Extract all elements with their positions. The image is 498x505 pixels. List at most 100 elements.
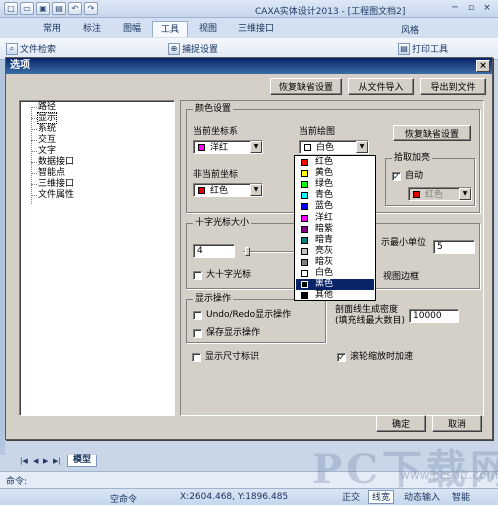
color-option[interactable]: 红色: [296, 157, 374, 168]
auto-label: 自动: [405, 171, 424, 181]
style-label[interactable]: 风格: [401, 23, 419, 36]
color-option-label: 暗紫: [315, 223, 334, 234]
file-search-button[interactable]: ⌕ 文件检索: [6, 42, 56, 55]
ok-button[interactable]: 确定: [376, 415, 426, 432]
auto-check-box[interactable]: ✓: [392, 171, 401, 181]
pick-color-swatch: [413, 191, 420, 198]
color-option[interactable]: 蓝色: [296, 201, 374, 212]
current-coord-combo[interactable]: 洋红 ▼: [193, 140, 263, 154]
redo-icon[interactable]: ↷: [84, 2, 98, 15]
tree-item-smart-point[interactable]: 智能点: [38, 168, 65, 178]
title-bar: □ ▭ ▣ ▤ ↶ ↷ CAXA实体设计2013 - [工程图文档2] ─ ▫ …: [0, 0, 498, 18]
window-controls: ─ ▫ ×: [448, 2, 494, 15]
color-option-label: 洋红: [315, 212, 334, 223]
print-icon[interactable]: ▤: [52, 2, 66, 15]
chevron-down-icon[interactable]: ▼: [356, 141, 368, 153]
tab-common[interactable]: 常用: [36, 21, 68, 37]
color-option[interactable]: 洋红: [296, 213, 374, 224]
color-swatch: [301, 270, 308, 277]
tab-3d-interface[interactable]: 三维接口: [232, 21, 280, 37]
minimize-button[interactable]: ─: [448, 2, 462, 15]
new-icon[interactable]: □: [4, 2, 18, 15]
tab-annotate[interactable]: 标注: [76, 21, 108, 37]
open-icon[interactable]: ▭: [20, 2, 34, 15]
wheel-zoom-check-box[interactable]: ✓: [337, 352, 346, 362]
noncurrent-coord-combo[interactable]: 红色 ▼: [193, 183, 263, 197]
dialog-close-button[interactable]: ×: [476, 60, 490, 72]
close-button[interactable]: ×: [480, 2, 494, 15]
color-restore-defaults-button[interactable]: 恢复缺省设置: [393, 125, 471, 141]
color-option[interactable]: 亮灰: [296, 246, 374, 257]
color-option[interactable]: 绿色: [296, 179, 374, 190]
view-frame-label: 视图边框: [383, 272, 420, 282]
export-to-file-button[interactable]: 导出到文件: [420, 78, 486, 95]
display-operations-group: 显示操作 Undo/Redo显示操作 保存显示操作: [186, 294, 326, 343]
color-option[interactable]: 暗紫: [296, 224, 374, 235]
color-option[interactable]: 青色: [296, 190, 374, 201]
tree-item-text[interactable]: 文字: [38, 146, 56, 156]
tree-item-path[interactable]: 路径: [38, 102, 56, 112]
color-option-label: 其他: [315, 290, 334, 301]
color-option[interactable]: 暗灰: [296, 257, 374, 268]
show-dim-label: 显示尺寸标识: [205, 352, 260, 362]
tab-sheet[interactable]: 图幅: [116, 21, 148, 37]
model-tab[interactable]: 模型: [67, 455, 97, 467]
current-coord-swatch: [198, 144, 205, 151]
tree-item-3d-interface[interactable]: 三维接口: [38, 179, 74, 189]
tree-item-file-attributes[interactable]: 文件属性: [38, 190, 74, 200]
chevron-down-icon[interactable]: ▼: [250, 141, 262, 153]
command-label: 命令:: [6, 477, 28, 487]
last-tab-icon[interactable]: ▶|: [53, 457, 61, 465]
tree-item-display[interactable]: 显示: [36, 112, 58, 124]
min-unit-input[interactable]: 5: [433, 240, 475, 254]
prev-tab-icon[interactable]: ◀: [33, 457, 38, 465]
color-option[interactable]: 黑色: [296, 279, 374, 291]
save-display-checkbox[interactable]: 保存显示操作: [193, 328, 260, 338]
import-from-file-button[interactable]: 从文件导入: [348, 78, 414, 95]
cursor-size-slider-thumb[interactable]: [245, 247, 250, 256]
color-option[interactable]: 黄色: [296, 168, 374, 179]
wheel-zoom-checkbox[interactable]: ✓ 滚轮缩放时加速: [337, 352, 413, 362]
color-dropdown-list[interactable]: 红色 黄色 绿色 青色 蓝色 洋红 暗紫 暗青 亮灰 暗灰 白色 黑色 其他: [294, 155, 376, 301]
color-option-label: 黄色: [315, 168, 334, 179]
watermark-logo: PC下载网: [312, 446, 498, 493]
first-tab-icon[interactable]: |◀: [20, 457, 28, 465]
color-option-label: 蓝色: [315, 201, 334, 212]
snap-settings-button[interactable]: ⊕ 捕捉设置: [168, 42, 218, 55]
color-option[interactable]: 白色: [296, 268, 374, 279]
tree-item-system[interactable]: 系统: [38, 124, 56, 134]
color-option-label: 暗灰: [315, 256, 334, 267]
print-tool-button[interactable]: ▤ 打印工具: [398, 42, 448, 55]
tree-item-data-interface[interactable]: 数据接口: [38, 157, 74, 167]
cursor-size-input[interactable]: 4: [193, 244, 235, 258]
color-option-label: 亮灰: [315, 245, 334, 256]
current-draw-label: 当前绘图: [299, 127, 336, 137]
wheel-zoom-label: 滚轮缩放时加速: [350, 352, 414, 362]
tab-view[interactable]: 视图: [192, 21, 224, 37]
hatch-density-input[interactable]: 10000: [409, 309, 459, 323]
save-icon[interactable]: ▣: [36, 2, 50, 15]
current-draw-combo[interactable]: 白色 ▼: [299, 140, 369, 154]
big-cursor-checkbox[interactable]: 大十字光标: [193, 270, 251, 280]
color-settings-title: 颜色设置: [193, 104, 234, 114]
noncurrent-coord-swatch: [198, 187, 205, 194]
auto-checkbox[interactable]: ✓ 自动: [392, 171, 423, 181]
show-dim-checkbox[interactable]: 显示尺寸标识: [192, 352, 259, 362]
big-cursor-check-box[interactable]: [193, 270, 202, 280]
color-option-label: 红色: [315, 157, 334, 167]
cancel-button[interactable]: 取消: [432, 415, 482, 432]
cursor-size-slider-track[interactable]: [243, 251, 297, 253]
save-display-check-box[interactable]: [193, 328, 202, 338]
restore-defaults-button[interactable]: 恢复缺省设置: [270, 78, 342, 95]
maximize-button[interactable]: ▫: [464, 2, 478, 15]
undo-redo-check-box[interactable]: [193, 310, 202, 320]
next-tab-icon[interactable]: ▶: [43, 457, 48, 465]
show-dim-check-box[interactable]: [192, 352, 201, 362]
tree-item-interaction[interactable]: 交互: [38, 135, 56, 145]
chevron-down-icon[interactable]: ▼: [250, 184, 262, 196]
color-option[interactable]: 其他: [296, 290, 374, 301]
color-option[interactable]: 暗青: [296, 235, 374, 246]
undo-redo-checkbox[interactable]: Undo/Redo显示操作: [193, 310, 291, 320]
undo-icon[interactable]: ↶: [68, 2, 82, 15]
tab-tools[interactable]: 工具: [152, 21, 188, 37]
